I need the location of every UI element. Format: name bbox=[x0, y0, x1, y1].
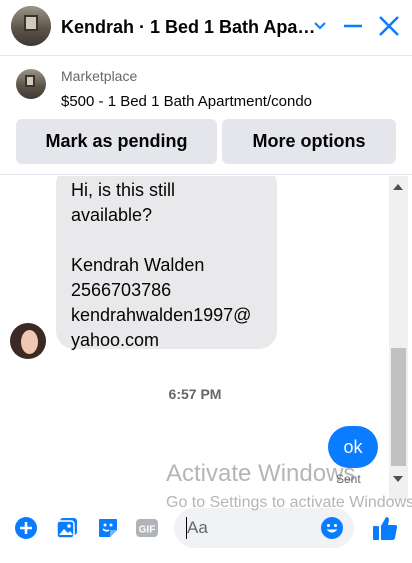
incoming-message-bubble: Hi, is this still available? Kendrah Wal… bbox=[56, 176, 277, 350]
like-icon[interactable] bbox=[371, 514, 399, 542]
emoji-icon[interactable] bbox=[320, 516, 344, 540]
scroll-up-arrow-icon[interactable] bbox=[393, 184, 403, 190]
listing-name[interactable]: $500 - 1 Bed 1 Bath Apartment/condo bbox=[61, 93, 312, 110]
scrollbar-thumb[interactable] bbox=[391, 348, 406, 466]
chat-header: Kendrah · 1 Bed 1 Bath Apa… bbox=[0, 0, 412, 56]
chat-title[interactable]: Kendrah · 1 Bed 1 Bath Apa… bbox=[61, 17, 315, 38]
gallery-icon[interactable] bbox=[55, 516, 79, 540]
svg-text:GIF: GIF bbox=[139, 525, 156, 536]
sticker-icon[interactable] bbox=[96, 516, 120, 540]
close-icon[interactable] bbox=[378, 14, 400, 44]
mark-as-pending-button[interactable]: Mark as pending bbox=[16, 119, 217, 164]
scroll-down-arrow-icon[interactable] bbox=[393, 476, 403, 482]
avatar[interactable] bbox=[10, 323, 46, 359]
message-thread[interactable]: Hi, is this still available? Kendrah Wal… bbox=[0, 176, 412, 500]
outgoing-message-bubble: ok bbox=[328, 426, 378, 468]
message-timestamp: 6:57 PM bbox=[168, 386, 222, 402]
more-options-button[interactable]: More options bbox=[222, 119, 396, 164]
chevron-down-icon[interactable] bbox=[312, 14, 328, 44]
marketplace-label: Marketplace bbox=[61, 68, 138, 84]
message-composer: GIF Aa bbox=[0, 500, 412, 563]
listing-thumbnail[interactable] bbox=[11, 6, 51, 46]
marketplace-thumbnail[interactable] bbox=[16, 69, 46, 99]
message-input-placeholder: Aa bbox=[187, 518, 208, 537]
thread-scrollbar[interactable] bbox=[389, 176, 408, 500]
marketplace-panel: Marketplace $500 - 1 Bed 1 Bath Apartmen… bbox=[0, 57, 412, 175]
plus-icon[interactable] bbox=[14, 516, 38, 540]
listing-photo bbox=[11, 6, 51, 46]
message-input[interactable]: Aa bbox=[174, 508, 354, 548]
sent-status: Sent bbox=[336, 472, 361, 486]
gif-icon[interactable]: GIF bbox=[135, 516, 159, 540]
marketplace-photo bbox=[16, 69, 46, 99]
minimize-icon[interactable] bbox=[343, 14, 363, 44]
